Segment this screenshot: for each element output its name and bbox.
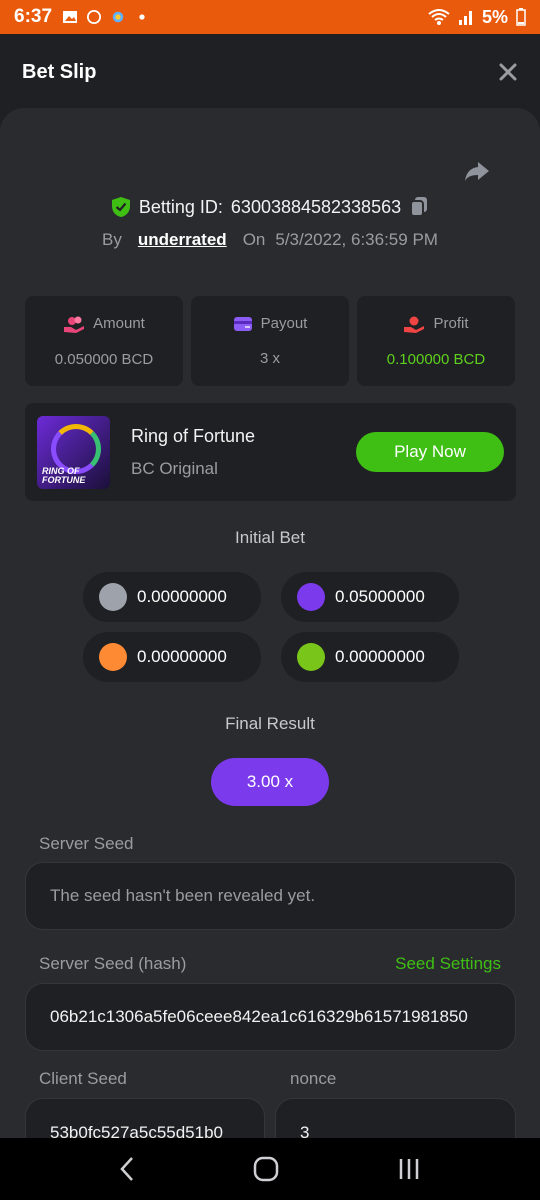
battery-text: 5%: [481, 6, 508, 27]
chip-value: 0.00000000: [137, 647, 227, 666]
chip-purple: 0.05000000: [281, 572, 459, 622]
battery-icon: [516, 8, 526, 26]
status-bar: 6:37 5%: [0, 0, 540, 34]
recents-icon[interactable]: [397, 1157, 421, 1181]
shield-check-icon: [111, 197, 130, 217]
chip-value: 0.00000000: [137, 587, 227, 606]
play-now-button[interactable]: Play Now: [356, 432, 504, 472]
client-seed-label: Client Seed: [39, 1069, 127, 1088]
coins-hand-icon: [64, 316, 85, 333]
back-icon[interactable]: [119, 1156, 135, 1182]
stat-payout-label: Payout: [260, 315, 308, 332]
game-thumbnail[interactable]: RING OF FORTUNE: [37, 415, 110, 489]
signal-icon: [458, 11, 472, 25]
viber-icon: [87, 10, 102, 24]
server-seed-hash-field[interactable]: 06b21c1306a5fe06ceee842ea1c616329b615719…: [25, 983, 516, 1051]
green-chip-icon: [297, 643, 325, 671]
stats-row: Amount 0.050000 BCD Payout 3 x Profit 0.…: [25, 296, 515, 386]
initial-bet-chips: 0.00000000 0.05000000 0.00000000 0.00000…: [83, 572, 459, 682]
nonce-label: nonce: [290, 1069, 337, 1088]
game-card: RING OF FORTUNE Ring of Fortune BC Origi…: [25, 403, 516, 501]
chip-value: 0.00000000: [335, 647, 425, 666]
server-seed-hash-label: Server Seed (hash): [39, 954, 187, 973]
bet-slip-header: Bet Slip: [0, 34, 540, 110]
server-seed-label: Server Seed: [39, 834, 134, 853]
stat-amount: Amount 0.050000 BCD: [25, 296, 183, 386]
game-name: Ring of Fortune: [131, 425, 256, 446]
betting-id-value: 63003884582338563: [230, 196, 402, 217]
app-icon: [112, 11, 124, 23]
final-result-badge: 3.00 x: [211, 758, 329, 806]
initial-bet-title: Initial Bet: [235, 528, 305, 547]
wifi-icon: [428, 9, 450, 25]
close-icon: [499, 63, 517, 81]
bet-detail-panel: Betting ID: 63003884582338563 By underra…: [0, 108, 540, 1138]
system-nav-bar: [0, 1138, 540, 1200]
bet-byline: By underrated On 5/3/2022, 6:36:59 PM: [0, 230, 540, 250]
chip-orange: 0.00000000: [83, 632, 261, 682]
dot-icon: [139, 14, 145, 20]
stat-profit: Profit 0.100000 BCD: [357, 296, 515, 386]
user-link[interactable]: underrated: [138, 230, 227, 250]
notification-icons: [62, 10, 150, 24]
share-icon[interactable]: [464, 160, 490, 182]
seed-settings-link[interactable]: Seed Settings: [395, 954, 501, 974]
stat-amount-value: 0.050000 BCD: [54, 350, 154, 368]
gray-chip-icon: [99, 583, 127, 611]
betting-id-row: Betting ID: 63003884582338563: [0, 196, 540, 218]
stat-payout: Payout 3 x: [191, 296, 349, 386]
chip-green: 0.00000000: [281, 632, 459, 682]
server-seed-field[interactable]: The seed hasn't been revealed yet.: [25, 862, 516, 930]
game-subtitle: BC Original: [131, 458, 218, 478]
on-label: On: [242, 230, 266, 249]
chip-value: 0.05000000: [335, 587, 425, 606]
stat-profit-label: Profit: [433, 315, 469, 332]
orange-chip-icon: [99, 643, 127, 671]
betting-id-label: Betting ID:: [138, 196, 223, 217]
chip-gray: 0.00000000: [83, 572, 261, 622]
by-label: By: [102, 230, 122, 249]
bet-datetime: 5/3/2022, 6:36:59 PM: [275, 230, 438, 249]
copy-icon[interactable]: [409, 196, 429, 218]
stat-profit-value: 0.100000 BCD: [386, 350, 486, 368]
stat-amount-label: Amount: [93, 315, 145, 332]
nonce-field[interactable]: 3: [275, 1098, 516, 1138]
stat-payout-value: 3 x: [259, 350, 280, 367]
final-result-title: Final Result: [225, 714, 315, 733]
status-time: 6:37: [14, 6, 53, 27]
page-title: Bet Slip: [22, 60, 97, 83]
card-icon: [233, 316, 252, 331]
game-info: Ring of Fortune BC Original: [131, 426, 255, 479]
profit-hand-icon: [404, 316, 425, 333]
purple-chip-icon: [297, 583, 325, 611]
status-right: 5%: [428, 7, 526, 28]
thumbnail-label: RING OF FORTUNE: [42, 465, 86, 485]
home-icon[interactable]: [253, 1156, 279, 1182]
gallery-icon: [63, 11, 78, 23]
close-button[interactable]: [498, 62, 518, 82]
client-seed-field[interactable]: 53b0fc527a5c55d51b0: [25, 1098, 265, 1138]
